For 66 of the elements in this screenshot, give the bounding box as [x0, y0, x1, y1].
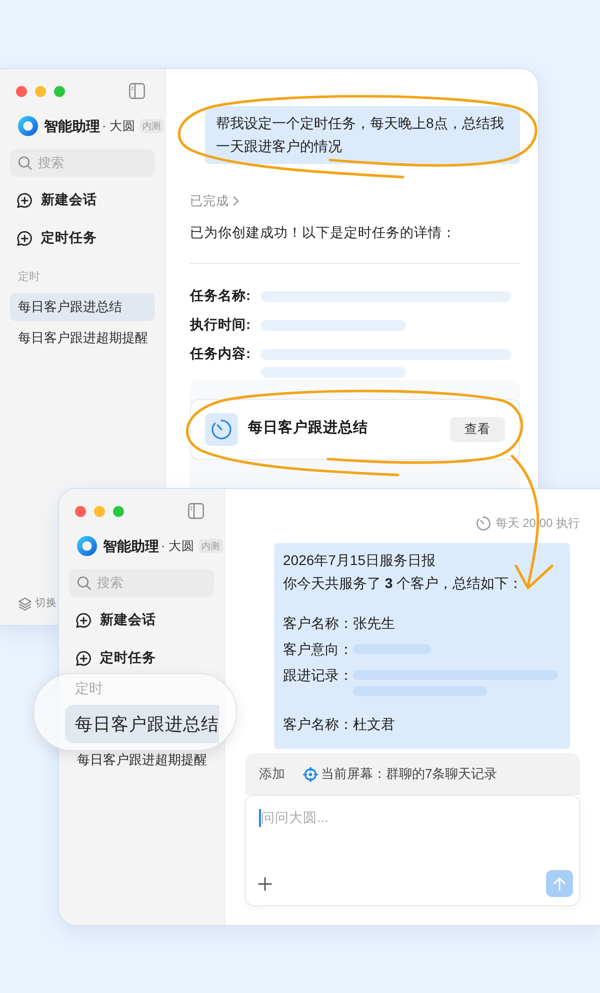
context-label: 当前屏幕：群聊的7条聊天记录 — [321, 765, 498, 784]
user-message: 帮我设定一个定时任务，每天晚上8点，总结我一天跟进客户的情况 — [205, 106, 520, 164]
sidebar-menu-item[interactable]: 新建会话 — [69, 601, 214, 639]
timer-icon — [205, 412, 238, 446]
search-field[interactable]: 搜索 — [10, 149, 155, 177]
ring-logo-icon — [18, 116, 38, 136]
search-input[interactable]: 搜索 — [38, 153, 138, 173]
sidebar-menu-item[interactable]: 定时任务 — [10, 219, 155, 257]
section-label: 定时 — [17, 270, 41, 285]
sidebar-menu-item[interactable]: 定时任务 — [69, 639, 214, 677]
search-icon — [18, 156, 32, 170]
field-label: 跟进记录： — [283, 666, 353, 685]
text-cursor-icon — [259, 809, 261, 827]
layers-icon — [18, 597, 32, 611]
maximize-icon[interactable] — [113, 506, 124, 516]
chat-plus-icon — [17, 230, 32, 246]
plus-icon — [258, 876, 272, 890]
close-icon[interactable] — [16, 86, 27, 96]
field-label: 任务内容: — [190, 345, 250, 363]
section-label: 定时 — [74, 679, 104, 697]
chat-plus-icon — [76, 650, 91, 666]
search-field[interactable]: 搜索 — [69, 569, 214, 597]
app-name: 智能助理 — [44, 116, 100, 136]
assistant-name: · 大圆 — [161, 538, 195, 555]
field-value: 张先生 — [353, 614, 395, 633]
close-icon[interactable] — [75, 506, 86, 516]
attach-button[interactable] — [258, 876, 272, 890]
field-label: 客户名称： — [283, 715, 353, 734]
beta-badge: 内测 — [198, 539, 223, 553]
minimize-icon[interactable] — [94, 506, 105, 516]
report-title: 2026年7月15日服务日报 — [283, 551, 437, 570]
report-summary: 你今天共服务了 3 个客户，总结如下： — [283, 574, 524, 593]
sidebar-list-item[interactable]: 每日客户跟进超期提醒 — [69, 752, 214, 768]
target-icon — [303, 766, 318, 782]
maximize-icon[interactable] — [54, 86, 65, 96]
minimize-icon[interactable] — [35, 86, 46, 96]
send-button[interactable] — [546, 870, 573, 897]
timer-icon — [476, 516, 492, 530]
sidebar-list-item[interactable]: 每日客户跟进超期提醒 — [10, 324, 155, 352]
message-box[interactable]: 问问大圆... — [245, 795, 580, 906]
sidebar-list-item[interactable]: 每日客户跟进总结 — [10, 293, 155, 321]
assistant-name: · 大圆 — [102, 118, 136, 135]
search-input[interactable]: 搜索 — [97, 573, 197, 593]
chevron-right-icon — [233, 196, 239, 206]
sidebar-menu-item[interactable]: 新建会话 — [10, 181, 155, 219]
message-input[interactable]: 问问大圆... — [246, 796, 579, 848]
assistant-reply: 已为你创建成功！以下是定时任务的详情： — [190, 224, 457, 242]
task-title: 每日客户跟进总结 — [248, 418, 368, 438]
field-value: 杜文君 — [353, 715, 395, 734]
sidebar-list-item[interactable]: 每日客户跟进总结 — [65, 705, 219, 743]
beta-badge: 内测 — [140, 119, 164, 133]
chat-plus-icon — [76, 612, 91, 628]
search-icon — [77, 576, 91, 590]
field-label: 执行时间: — [190, 316, 250, 334]
sidebar-toggle-icon[interactable] — [129, 83, 145, 99]
ring-logo-icon — [77, 536, 97, 556]
app-name: 智能助理 — [103, 536, 159, 556]
add-button[interactable]: 添加 — [259, 764, 285, 784]
view-button[interactable]: 查看 — [450, 416, 505, 442]
field-label: 客户名称： — [283, 614, 353, 633]
arrow-up-icon — [553, 876, 566, 890]
field-label: 任务名称: — [190, 287, 250, 305]
task-card[interactable]: 每日客户跟进总结 查看 — [190, 398, 520, 460]
chat-plus-icon — [17, 192, 32, 208]
field-label: 客户意向： — [283, 640, 353, 659]
sidebar-toggle-icon[interactable] — [188, 503, 204, 519]
